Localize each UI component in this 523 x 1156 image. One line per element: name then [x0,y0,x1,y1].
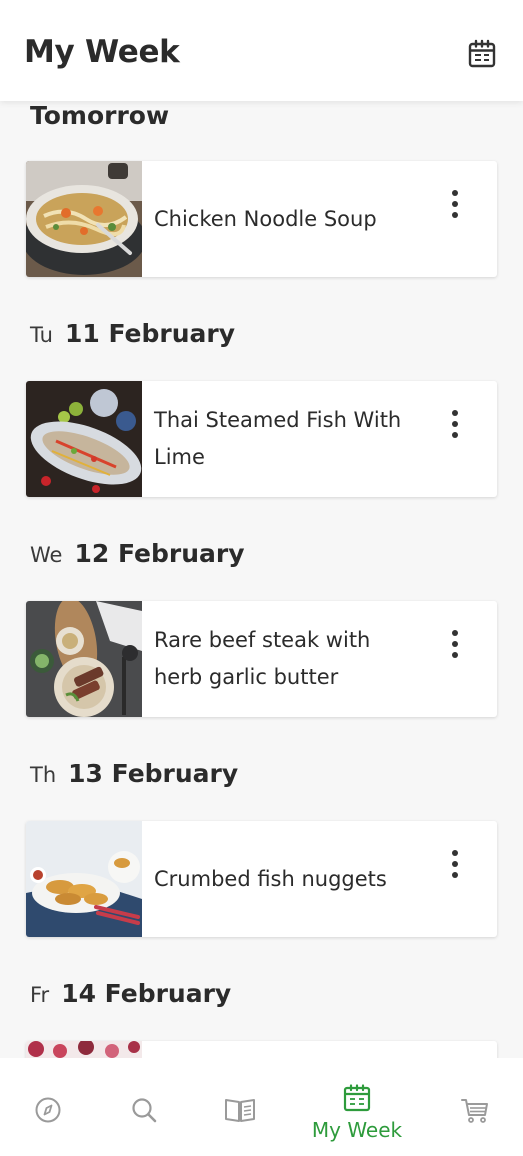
nav-item-shopping[interactable] [448,1058,504,1156]
section-date: 12 February [74,539,245,568]
recipe-title: Rare beef steak with herb garlic butter [154,628,371,689]
compass-icon [34,1096,62,1128]
book-icon [224,1096,256,1128]
more-options-icon[interactable] [444,627,466,663]
more-options-icon[interactable] [444,407,466,443]
section-date: 11 February [64,319,235,348]
day-abbreviation: Th [30,763,57,787]
section-header: Th 13 February [30,759,238,799]
day-abbreviation: Tu [30,323,53,347]
recipe-thumbnail [26,1041,142,1058]
section-date: 14 February [61,979,232,1008]
recipe-thumbnail [26,601,142,717]
recipe-card[interactable] [26,1041,497,1058]
calendar-icon[interactable] [466,38,498,70]
recipe-card[interactable]: Rare beef steak with herb garlic butter [26,601,497,717]
section-header-tomorrow: Tomorrow [30,101,169,141]
day-abbreviation: Fr [30,983,50,1007]
nav-item-discover[interactable] [20,1058,76,1156]
more-options-icon[interactable] [444,847,466,883]
nav-item-search[interactable] [116,1058,172,1156]
day-abbreviation: We [30,543,63,567]
nav-item-recipes[interactable] [212,1058,268,1156]
recipe-thumbnail [26,381,142,497]
bottom-navigation: My Week [0,1058,523,1156]
recipe-title: Thai Steamed Fish With Lime [154,408,402,469]
section-header: Tu 11 February [30,319,235,359]
nav-label-my-week: My Week [311,1118,403,1142]
cart-icon [460,1096,490,1128]
app-bar: My Week [0,0,523,101]
recipe-title: Chicken Noodle Soup [154,206,377,231]
nav-item-my-week[interactable]: My Week [306,1058,408,1156]
recipe-card[interactable]: Thai Steamed Fish With Lime [26,381,497,497]
recipe-card[interactable]: Crumbed fish nuggets [26,821,497,937]
section-header: We 12 February [30,539,245,579]
week-list[interactable]: Tomorrow Chicken Noodle Soup Tu 11 Febru… [0,101,523,1058]
recipe-title: Crumbed fish nuggets [154,866,387,891]
page-title: My Week [24,34,180,70]
more-options-icon[interactable] [444,187,466,223]
recipe-card[interactable]: Chicken Noodle Soup [26,161,497,277]
section-date: 13 February [68,759,239,788]
section-date: Tomorrow [30,101,170,130]
recipe-thumbnail [26,161,142,277]
recipe-thumbnail [26,821,142,937]
search-icon [130,1096,158,1128]
section-header: Fr 14 February [30,979,231,1019]
calendar-icon [343,1084,371,1116]
